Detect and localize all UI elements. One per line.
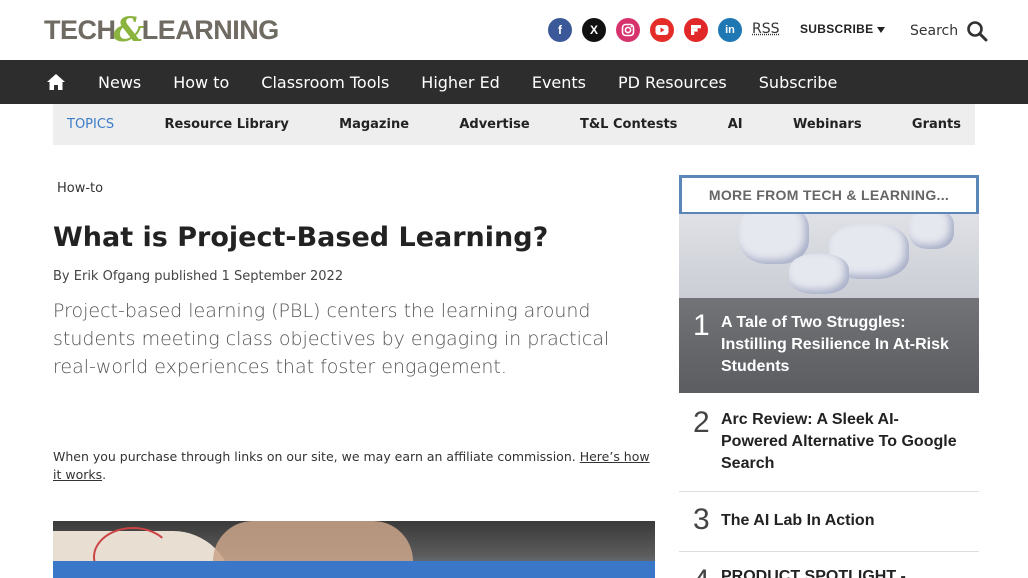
article-byline: By Erik Ofgang published 1 September 202… [53,269,343,284]
nav-item-higher-ed[interactable]: Higher Ed [405,73,516,92]
sidebar-heading: MORE FROM TECH & LEARNING... [679,175,979,215]
byline-by: By [53,269,70,284]
affiliate-end: . [102,467,107,482]
search-label: Search [910,23,959,39]
hero-shirt [53,561,655,578]
breadcrumb[interactable]: How-to [57,181,103,196]
hero-image [53,521,655,578]
x-icon[interactable]: X [582,18,606,42]
topics-label: TOPICS [67,117,115,132]
sidebar-rank-3: 3 [693,503,710,536]
site-logo[interactable]: TECH & LEARNING [44,10,280,50]
subscribe-label: SUBSCRIBE [800,22,874,36]
nav-item-news[interactable]: News [82,73,157,92]
rss-link[interactable]: RSS [752,21,780,37]
affiliate-disclosure: When you purchase through links on our s… [53,448,653,484]
youtube-icon[interactable] [650,18,674,42]
logo-ampersand: & [113,10,145,50]
sidebar-rank-4: 4 [693,564,710,578]
nav-item-how-to[interactable]: How to [157,73,245,92]
home-button[interactable] [30,60,82,104]
search-icon [967,21,988,42]
chevron-down-icon [877,26,886,33]
publish-date: published 1 September 2022 [154,269,344,284]
subscribe-dropdown[interactable]: SUBSCRIBE [800,22,886,36]
main-nav: News How to Classroom Tools Higher Ed Ev… [0,60,1028,104]
crumpled-paper [789,254,849,294]
topics-bar: TOPICS Resource Library Magazine Adverti… [53,104,975,145]
article-lead: Project-based learning (PBL) centers the… [53,300,610,378]
author-link[interactable]: Erik Ofgang [74,269,150,284]
nav-item-pd-resources[interactable]: PD Resources [602,73,743,92]
nav-item-classroom-tools[interactable]: Classroom Tools [245,73,405,92]
sidebar-rank-1: 1 [693,309,710,342]
article-title: What is Project-Based Learning? [53,222,549,253]
sidebar-divider [679,491,979,492]
facebook-icon[interactable]: f [548,18,572,42]
home-icon [47,74,65,90]
topic-resource-library[interactable]: Resource Library [165,117,289,132]
topic-magazine[interactable]: Magazine [339,117,409,132]
topic-tl-contests[interactable]: T&L Contests [580,117,677,132]
instagram-icon[interactable] [616,18,640,42]
topic-grants[interactable]: Grants [912,117,961,132]
crumpled-paper [909,214,954,249]
flipboard-icon[interactable] [684,18,708,42]
topic-ai[interactable]: AI [728,117,743,132]
sidebar-item-1-title[interactable]: A Tale of Two Struggles: Instilling Resi… [721,312,961,378]
site-header: TECH & LEARNING f X in RSS SUBSCRIBE Sea… [0,0,1028,60]
affiliate-text: When you purchase through links on our s… [53,449,576,464]
linkedin-icon[interactable]: in [718,18,742,42]
search-button[interactable]: Search [910,20,988,42]
sidebar-item-2-title[interactable]: Arc Review: A Sleek AI-Powered Alternati… [721,409,961,475]
sidebar-item-4-title[interactable]: PRODUCT SPOTLIGHT - [721,566,961,578]
nav-item-events[interactable]: Events [516,73,602,92]
sidebar-rank-2: 2 [693,406,710,439]
social-links: f X in [548,18,742,42]
topic-advertise[interactable]: Advertise [459,117,529,132]
more-from-sidebar: MORE FROM TECH & LEARNING... 1 A Tale of… [679,175,979,578]
sidebar-divider [679,551,979,552]
sidebar-item-3-title[interactable]: The AI Lab In Action [721,510,961,532]
logo-tech: TECH [44,14,116,45]
logo-learning: LEARNING [141,14,280,45]
nav-item-subscribe[interactable]: Subscribe [743,73,854,92]
topic-webinars[interactable]: Webinars [793,117,862,132]
